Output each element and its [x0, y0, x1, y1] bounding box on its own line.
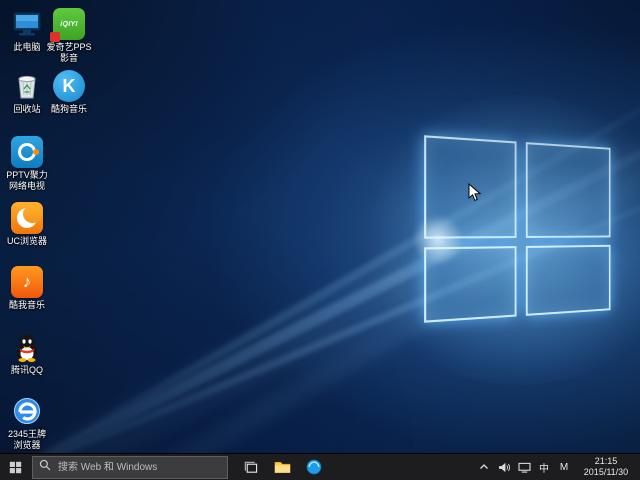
input-method-indicator[interactable]: 中 — [536, 460, 552, 475]
tray-overflow-button[interactable] — [476, 454, 492, 480]
tencent-qq-icon — [11, 331, 43, 363]
search-input[interactable] — [56, 461, 221, 474]
recycle-bin-icon — [11, 70, 43, 102]
kuwo-music-icon: ♪ — [11, 266, 43, 298]
desktop-icon-label: UC浏览器 — [4, 236, 50, 247]
start-button[interactable] — [0, 454, 30, 480]
desktop-icon-uc-browser[interactable]: UC浏览器 — [4, 202, 50, 247]
taskbar: 中 M 21:15 2015/11/30 — [0, 453, 640, 480]
task-view-button[interactable] — [236, 454, 264, 480]
this-pc-icon — [11, 8, 43, 40]
desktop-icon-label: 酷狗音乐 — [46, 104, 92, 115]
2345-browser-icon — [11, 395, 43, 427]
network-icon — [518, 462, 531, 473]
clock-date: 2015/11/30 — [580, 467, 632, 478]
taskbar-search[interactable] — [32, 456, 228, 479]
file-explorer-button[interactable] — [268, 454, 296, 480]
desktop-icon-recycle-bin[interactable]: 回收站 — [4, 70, 50, 115]
desktop-icon-iqiyi-pps[interactable]: iQIYI 爱奇艺PPS 影音 — [46, 8, 92, 63]
pptv-icon — [11, 136, 43, 168]
mouse-cursor — [468, 183, 481, 207]
chevron-up-icon — [479, 463, 489, 471]
desktop-icon-label: 此电脑 — [4, 42, 50, 53]
windows-desktop: 此电脑 iQIYI 爱奇艺PPS 影音 回收站 K 酷狗音乐 PPTV聚力 网络… — [0, 0, 640, 480]
iqiyi-pps-icon: iQIYI — [53, 8, 85, 40]
desktop-wallpaper — [0, 0, 640, 454]
taskbar-clock[interactable]: 21:15 2015/11/30 — [576, 456, 636, 479]
iqiyi-badge — [50, 32, 60, 42]
desktop-icon-tencent-qq[interactable]: 腾讯QQ — [4, 331, 50, 376]
desktop-icon-label: PPTV聚力 网络电视 — [4, 170, 50, 191]
desktop-icon-label: 回收站 — [4, 104, 50, 115]
desktop-icon-label: 腾讯QQ — [4, 365, 50, 376]
desktop-icon-kugou-music[interactable]: K 酷狗音乐 — [46, 70, 92, 115]
file-explorer-icon — [274, 460, 291, 474]
desktop-icon-label: 酷我音乐 — [4, 300, 50, 311]
ime-mode-indicator[interactable]: M — [556, 462, 572, 473]
desktop-icon-this-pc[interactable]: 此电脑 — [4, 8, 50, 53]
desktop-icon-kuwo-music[interactable]: ♪ 酷我音乐 — [4, 266, 50, 311]
desktop-icon-label: 爱奇艺PPS 影音 — [46, 42, 92, 63]
browser-button[interactable] — [300, 454, 328, 480]
browser-icon — [306, 459, 322, 475]
desktop-icon-label: 2345王牌浏览器 — [4, 429, 50, 450]
volume-button[interactable] — [496, 454, 512, 480]
kugou-music-icon: K — [53, 70, 85, 102]
network-button[interactable] — [516, 454, 532, 480]
volume-icon — [498, 462, 511, 473]
task-view-icon — [243, 460, 258, 475]
search-icon — [39, 458, 51, 476]
clock-time: 21:15 — [580, 456, 632, 467]
desktop-icon-pptv[interactable]: PPTV聚力 网络电视 — [4, 136, 50, 191]
system-tray: 中 M 21:15 2015/11/30 — [476, 454, 640, 480]
uc-browser-icon — [11, 202, 43, 234]
wallpaper-vignette — [0, 0, 640, 454]
windows-start-icon — [9, 461, 22, 474]
desktop-icon-2345-browser[interactable]: 2345王牌浏览器 — [4, 395, 50, 450]
